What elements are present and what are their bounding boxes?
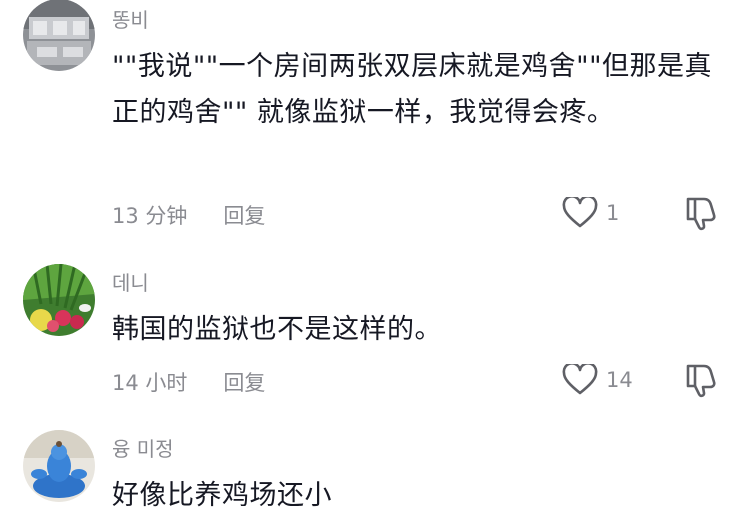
thumbs-down-icon xyxy=(686,197,716,231)
username[interactable]: 데니 xyxy=(112,267,149,296)
thumbs-down-icon xyxy=(686,364,716,398)
avatar[interactable] xyxy=(23,264,95,336)
reply-button[interactable]: 回复 xyxy=(223,367,265,397)
avatar[interactable] xyxy=(23,0,95,71)
like-count: 1 xyxy=(606,201,620,225)
heart-outline-icon xyxy=(562,364,598,395)
comment-text: ""我说""一个房间两张双层床就是鸡舍""但那是真正的鸡舍"" 就像监狱一样，我… xyxy=(112,51,713,128)
photo-avatar-icon xyxy=(23,0,95,71)
username[interactable]: 융 미정 xyxy=(112,433,174,462)
timestamp: 14 小时 xyxy=(112,371,188,395)
reply-button[interactable]: 回复 xyxy=(223,200,265,230)
avatar[interactable] xyxy=(23,430,95,502)
comment-text: 好像比养鸡场还小 xyxy=(112,480,332,511)
comment-meta: 13 分钟 回复 xyxy=(112,200,265,230)
vegetables-avatar-icon xyxy=(23,264,95,336)
like-button[interactable]: 1 xyxy=(562,197,619,229)
comment-meta: 14 小时 回复 xyxy=(112,367,265,397)
comment-text: 韩国的监狱也不是这样的。 xyxy=(112,314,442,345)
timestamp: 13 分钟 xyxy=(112,204,188,228)
like-button[interactable]: 14 xyxy=(562,364,633,396)
like-count: 14 xyxy=(606,368,633,392)
username[interactable]: 똥비 xyxy=(112,4,149,33)
dislike-button[interactable] xyxy=(682,362,718,398)
blue-figure-avatar-icon xyxy=(23,430,95,502)
dislike-button[interactable] xyxy=(682,195,718,231)
heart-outline-icon xyxy=(562,197,598,228)
